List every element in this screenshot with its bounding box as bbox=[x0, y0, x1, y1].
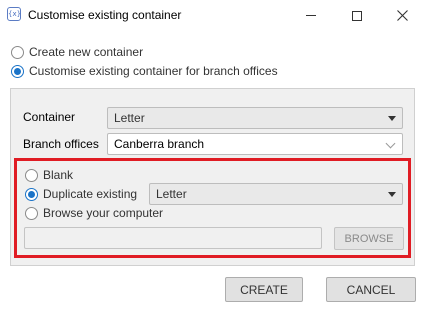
window-title: Customise existing container bbox=[28, 8, 182, 22]
minimize-button[interactable] bbox=[288, 0, 334, 31]
radio-customise-existing[interactable]: Customise existing container for branch … bbox=[11, 63, 278, 79]
maximize-button[interactable] bbox=[334, 0, 380, 31]
branch-offices-label: Branch offices bbox=[23, 137, 99, 151]
highlight-box bbox=[14, 158, 411, 258]
minimize-icon bbox=[306, 15, 316, 16]
radio-label: Create new container bbox=[29, 45, 144, 59]
container-select-value: Letter bbox=[114, 111, 145, 125]
radio-button[interactable] bbox=[11, 64, 24, 78]
app-icon: {x} bbox=[7, 7, 21, 21]
dropdown-arrow-icon bbox=[388, 116, 396, 121]
radio-button[interactable] bbox=[11, 45, 24, 59]
close-button[interactable] bbox=[379, 0, 425, 31]
radio-create-new[interactable]: Create new container bbox=[11, 44, 143, 60]
branch-offices-select-value: Canberra branch bbox=[114, 137, 205, 151]
chevron-down-icon bbox=[385, 138, 396, 149]
close-icon bbox=[396, 10, 408, 21]
cancel-button[interactable]: CANCEL bbox=[326, 277, 416, 302]
radio-label: Customise existing container for branch … bbox=[29, 64, 278, 78]
title-bar: {x} Customise existing container bbox=[0, 0, 425, 31]
container-label: Container bbox=[23, 110, 76, 124]
maximize-icon bbox=[352, 10, 362, 21]
create-button[interactable]: CREATE bbox=[225, 277, 303, 302]
container-select[interactable]: Letter bbox=[107, 107, 403, 129]
branch-offices-select[interactable]: Canberra branch bbox=[107, 133, 403, 155]
